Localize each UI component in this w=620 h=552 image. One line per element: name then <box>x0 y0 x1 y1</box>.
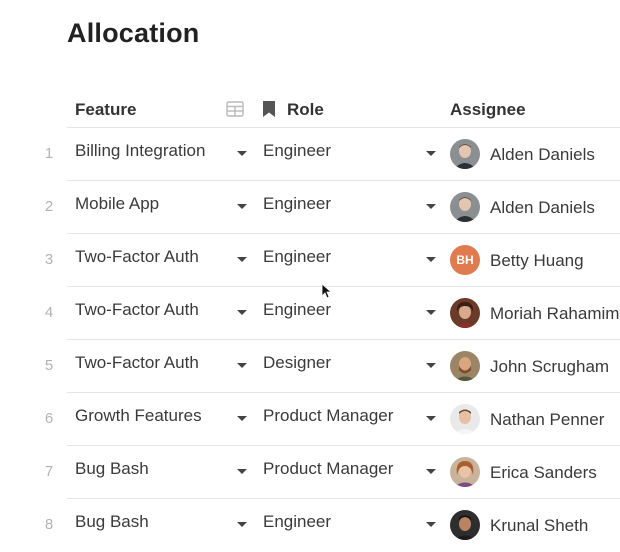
bookmark-icon <box>262 100 276 123</box>
caret-down-icon[interactable] <box>237 469 247 474</box>
assignee-cell[interactable]: Nathan Penner <box>490 410 604 430</box>
caret-down-icon[interactable] <box>237 310 247 315</box>
table-row[interactable]: 6 Growth Features Product Manager Nathan… <box>0 393 620 446</box>
mouse-pointer-icon <box>321 283 333 304</box>
table-header: Feature Role Assignee <box>0 90 620 128</box>
feature-cell[interactable]: Two-Factor Auth <box>75 247 199 267</box>
role-cell[interactable]: Designer <box>263 353 331 373</box>
avatar <box>450 351 480 381</box>
table-row[interactable]: 2 Mobile App Engineer Alden Daniels <box>0 181 620 234</box>
caret-down-icon[interactable] <box>426 416 436 421</box>
row-number: 8 <box>44 516 54 533</box>
avatar <box>450 404 480 434</box>
feature-cell[interactable]: Two-Factor Auth <box>75 353 199 373</box>
table-row[interactable]: 1 Billing Integration Engineer Alden Dan… <box>0 128 620 181</box>
assignee-cell[interactable]: Betty Huang <box>490 251 584 271</box>
caret-down-icon[interactable] <box>237 257 247 262</box>
caret-down-icon[interactable] <box>426 310 436 315</box>
assignee-cell[interactable]: Alden Daniels <box>490 198 595 218</box>
assignee-cell[interactable]: Moriah Rahamim <box>490 304 619 324</box>
avatar <box>450 510 480 540</box>
assignee-cell[interactable]: Alden Daniels <box>490 145 595 165</box>
table-row[interactable]: 3 Two-Factor Auth Engineer BH Betty Huan… <box>0 234 620 287</box>
caret-down-icon[interactable] <box>426 151 436 156</box>
feature-cell[interactable]: Mobile App <box>75 194 159 214</box>
column-header-assignee[interactable]: Assignee <box>450 100 526 120</box>
avatar <box>450 139 480 169</box>
table-row[interactable]: 5 Two-Factor Auth Designer John Scrugham <box>0 340 620 393</box>
column-header-feature[interactable]: Feature <box>75 100 136 120</box>
caret-down-icon[interactable] <box>237 204 247 209</box>
table-row[interactable]: 8 Bug Bash Engineer Krunal Sheth <box>0 499 620 552</box>
caret-down-icon[interactable] <box>237 416 247 421</box>
role-cell[interactable]: Product Manager <box>263 459 393 479</box>
caret-down-icon[interactable] <box>426 522 436 527</box>
caret-down-icon[interactable] <box>426 204 436 209</box>
page-title: Allocation <box>67 18 200 48</box>
row-number: 5 <box>44 357 54 374</box>
feature-cell[interactable]: Bug Bash <box>75 512 149 532</box>
role-cell[interactable]: Product Manager <box>263 406 393 426</box>
row-number: 2 <box>44 198 54 215</box>
role-cell[interactable]: Engineer <box>263 512 331 532</box>
table-row[interactable]: 4 Two-Factor Auth Engineer Moriah Rahami… <box>0 287 620 340</box>
role-cell[interactable]: Engineer <box>263 247 331 267</box>
table-grid-icon[interactable] <box>226 101 244 122</box>
row-number: 7 <box>44 463 54 480</box>
role-cell[interactable]: Engineer <box>263 194 331 214</box>
feature-cell[interactable]: Growth Features <box>75 406 202 426</box>
caret-down-icon[interactable] <box>237 363 247 368</box>
avatar <box>450 192 480 222</box>
assignee-cell[interactable]: John Scrugham <box>490 357 609 377</box>
caret-down-icon[interactable] <box>426 363 436 368</box>
row-number: 1 <box>44 145 54 162</box>
feature-cell[interactable]: Two-Factor Auth <box>75 300 199 320</box>
caret-down-icon[interactable] <box>237 151 247 156</box>
avatar-initials: BH <box>450 245 480 275</box>
role-cell[interactable]: Engineer <box>263 141 331 161</box>
row-number: 3 <box>44 251 54 268</box>
row-number: 6 <box>44 410 54 427</box>
caret-down-icon[interactable] <box>426 257 436 262</box>
feature-cell[interactable]: Bug Bash <box>75 459 149 479</box>
row-number: 4 <box>44 304 54 321</box>
table-row[interactable]: 7 Bug Bash Product Manager Erica Sanders <box>0 446 620 499</box>
column-header-role[interactable]: Role <box>287 100 324 120</box>
avatar <box>450 298 480 328</box>
assignee-cell[interactable]: Erica Sanders <box>490 463 597 483</box>
assignee-cell[interactable]: Krunal Sheth <box>490 516 588 536</box>
feature-cell[interactable]: Billing Integration <box>75 141 205 161</box>
caret-down-icon[interactable] <box>426 469 436 474</box>
avatar <box>450 457 480 487</box>
caret-down-icon[interactable] <box>237 522 247 527</box>
